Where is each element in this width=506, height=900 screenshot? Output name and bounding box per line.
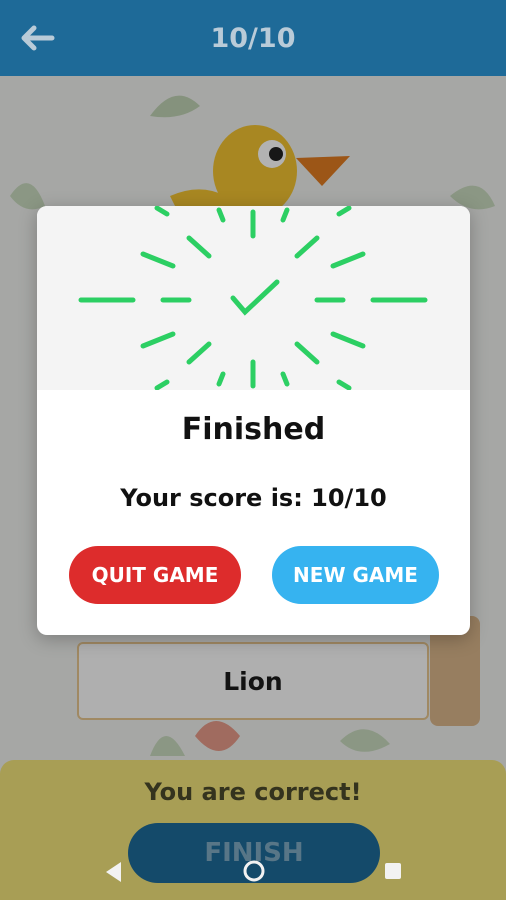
- nav-recent-icon[interactable]: [384, 862, 402, 880]
- nav-back-icon[interactable]: [103, 860, 123, 884]
- checkmark-burst-icon: [78, 206, 428, 391]
- dialog-title: Finished: [181, 412, 326, 447]
- nav-home-icon[interactable]: [243, 860, 265, 882]
- dialog-hero: [37, 206, 470, 391]
- new-game-button[interactable]: NEW GAME: [272, 546, 439, 604]
- quit-game-button[interactable]: QUIT GAME: [69, 546, 241, 604]
- score-text: Your score is: 10/10: [120, 484, 387, 512]
- arrow-left-icon: [21, 25, 55, 51]
- question-progress: 10/10: [210, 22, 296, 54]
- back-button[interactable]: [16, 20, 60, 56]
- top-bar: 10/10: [0, 0, 506, 76]
- result-dialog: Finished Your score is: 10/10 QUIT GAME …: [37, 206, 470, 635]
